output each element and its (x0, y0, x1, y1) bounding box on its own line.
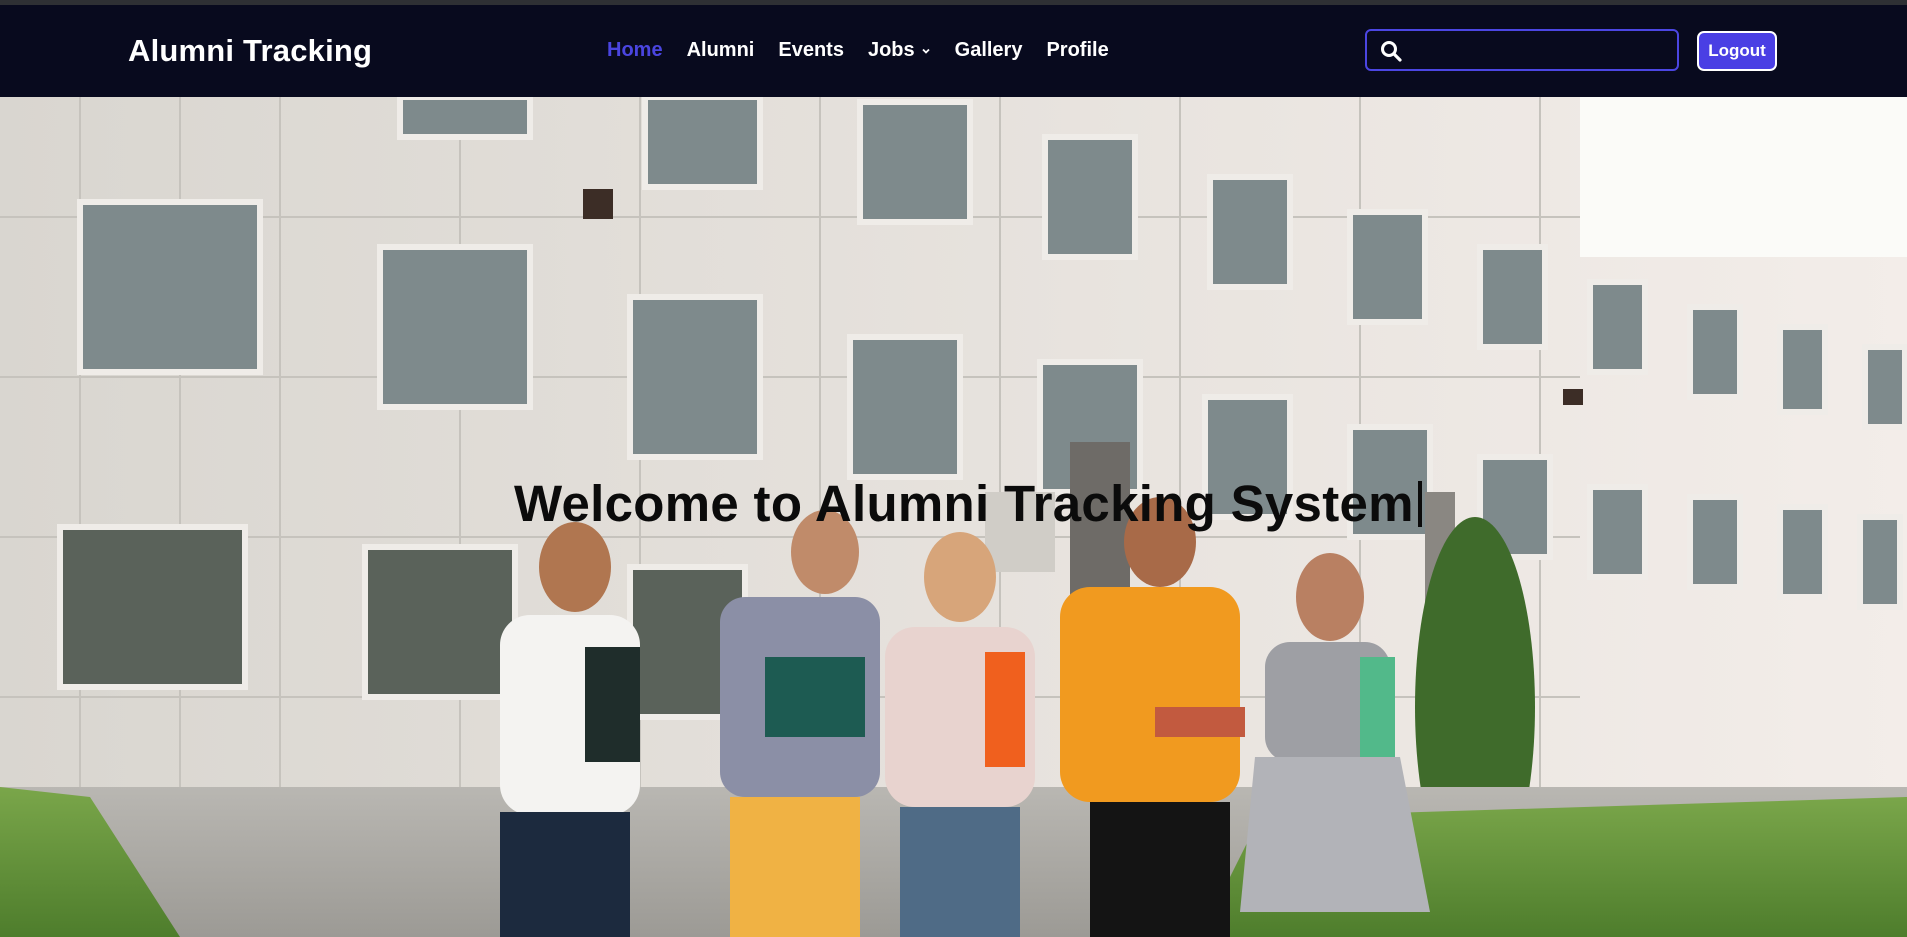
hero-section: Welcome to Alumni Tracking System (0, 97, 1907, 937)
hero-title: Welcome to Alumni Tracking System (0, 474, 1907, 533)
main-nav: Home Alumni Events Jobs Gallery Profile (607, 39, 1133, 62)
search-box[interactable] (1365, 29, 1679, 71)
hero-title-text: Welcome to Alumni Tracking System (514, 475, 1414, 533)
nav-gallery[interactable]: Gallery (955, 39, 1023, 62)
nav-jobs-label: Jobs (867, 39, 915, 61)
search-icon (1381, 41, 1402, 62)
brand-logo[interactable]: Alumni Tracking (128, 33, 372, 69)
nav-profile[interactable]: Profile (1046, 39, 1108, 62)
nav-home[interactable]: Home (607, 39, 663, 62)
nav-events[interactable]: Events (778, 39, 844, 62)
nav-alumni[interactable]: Alumni (687, 39, 755, 62)
chevron-down-icon (922, 48, 930, 54)
search-input[interactable] (1413, 35, 1672, 67)
nav-jobs[interactable]: Jobs (868, 39, 931, 62)
logout-button[interactable]: Logout (1697, 31, 1777, 71)
typing-caret (1417, 481, 1422, 528)
navbar: Alumni Tracking Home Alumni Events Jobs … (0, 5, 1907, 97)
